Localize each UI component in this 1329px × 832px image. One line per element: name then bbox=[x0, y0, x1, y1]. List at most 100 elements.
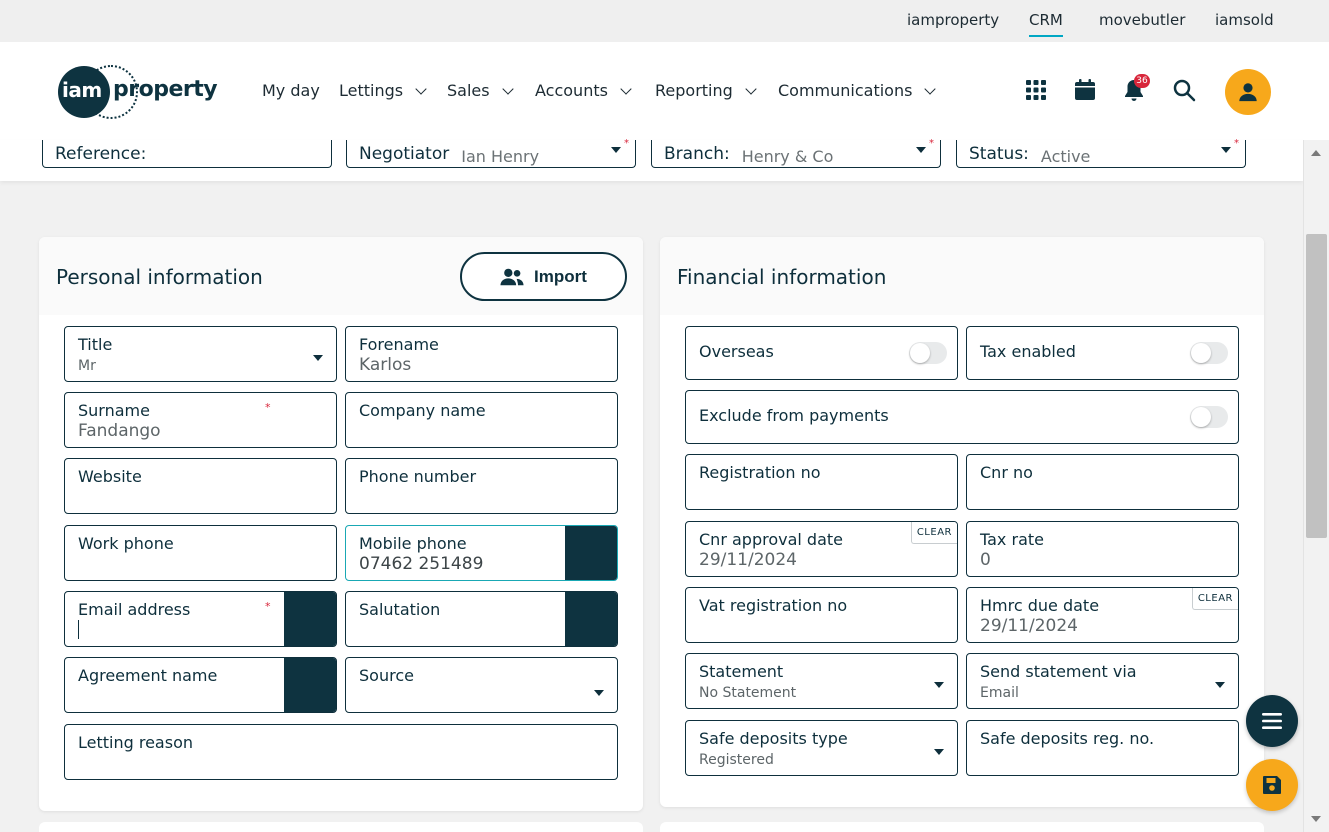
tax-rate-field[interactable]: Tax rate 0 bbox=[966, 521, 1239, 577]
save-fab[interactable] bbox=[1246, 759, 1298, 811]
tax-enabled-label: Tax enabled bbox=[980, 342, 1076, 361]
work-phone-field[interactable]: Work phone bbox=[64, 525, 337, 581]
logo[interactable]: iam property bbox=[58, 65, 218, 119]
top-link-movebutler[interactable]: movebutler bbox=[1099, 11, 1185, 29]
clear-button[interactable]: CLEAR bbox=[1191, 588, 1238, 610]
required-marker: * bbox=[929, 138, 934, 149]
agreement-name-field[interactable]: Agreement name bbox=[64, 657, 337, 713]
calendar-icon[interactable] bbox=[1073, 78, 1097, 102]
tax-enabled-toggle-field[interactable]: Tax enabled bbox=[966, 326, 1239, 380]
salutation-action-button[interactable] bbox=[565, 592, 617, 646]
salutation-field[interactable]: Salutation bbox=[345, 591, 618, 647]
top-utility-bar: iamproperty CRM movebutler iamsold bbox=[0, 0, 1329, 42]
hmrc-due-date-field[interactable]: Hmrc due date 29/11/2024 CLEAR bbox=[966, 587, 1239, 643]
avatar[interactable] bbox=[1225, 69, 1271, 115]
mobile-phone-value: 07462 251489 bbox=[359, 554, 484, 574]
overseas-label: Overseas bbox=[699, 342, 774, 361]
apps-grid-icon[interactable] bbox=[1024, 78, 1048, 102]
letting-reason-label: Letting reason bbox=[78, 733, 193, 752]
caret-down-icon bbox=[313, 355, 323, 361]
status-select[interactable]: Status: Active * bbox=[956, 138, 1246, 168]
clear-button[interactable]: CLEAR bbox=[910, 522, 957, 544]
caret-down-icon bbox=[611, 147, 621, 153]
statement-select[interactable]: Statement No Statement bbox=[685, 653, 958, 709]
cnr-no-field[interactable]: Cnr no bbox=[966, 454, 1239, 510]
scrollbar-thumb[interactable] bbox=[1306, 234, 1327, 538]
overseas-toggle-field[interactable]: Overseas bbox=[685, 326, 958, 380]
nav-communications[interactable]: Communications bbox=[778, 81, 937, 100]
mobile-phone-field[interactable]: Mobile phone 07462 251489 bbox=[345, 525, 618, 581]
agreement-action-button[interactable] bbox=[284, 658, 336, 712]
status-value: Active bbox=[1040, 146, 1091, 166]
scroll-down-arrow-icon[interactable] bbox=[1311, 816, 1321, 822]
negotiator-select[interactable]: Negotiator Ian Henry * bbox=[346, 138, 636, 168]
registration-no-field[interactable]: Registration no bbox=[685, 454, 958, 510]
nav-my-day[interactable]: My day bbox=[262, 81, 320, 100]
statement-value: No Statement bbox=[699, 685, 797, 701]
required-marker: * bbox=[624, 138, 629, 149]
exclude-payments-toggle[interactable] bbox=[1190, 406, 1228, 428]
nav-lettings[interactable]: Lettings bbox=[339, 81, 427, 100]
safe-deposits-type-label: Safe deposits type bbox=[699, 729, 848, 748]
import-label: Import bbox=[534, 266, 587, 286]
overseas-toggle[interactable] bbox=[909, 342, 947, 364]
nav-accounts[interactable]: Accounts bbox=[535, 81, 632, 100]
statement-label: Statement bbox=[699, 662, 784, 681]
caret-down-icon bbox=[916, 147, 926, 153]
source-label: Source bbox=[359, 666, 414, 685]
menu-fab[interactable] bbox=[1246, 695, 1298, 747]
required-marker: * bbox=[1234, 138, 1239, 149]
top-link-crm[interactable]: CRM bbox=[1029, 11, 1063, 37]
email-action-button[interactable] bbox=[284, 592, 336, 646]
required-marker: * bbox=[265, 401, 271, 414]
import-button[interactable]: Import bbox=[460, 252, 627, 301]
website-field[interactable]: Website bbox=[64, 458, 337, 514]
chevron-down-icon bbox=[745, 82, 757, 95]
logo-text-property: property bbox=[113, 77, 218, 102]
reference-label: Reference: bbox=[55, 143, 147, 164]
financial-information-card: Financial information Overseas Tax enabl… bbox=[660, 237, 1264, 807]
nav-sales[interactable]: Sales bbox=[447, 81, 514, 100]
caret-down-icon bbox=[1221, 147, 1231, 153]
phone-number-field[interactable]: Phone number bbox=[345, 458, 618, 514]
nav-reporting[interactable]: Reporting bbox=[655, 81, 757, 100]
email-address-field[interactable]: Email address * bbox=[64, 591, 337, 647]
letting-reason-field[interactable]: Letting reason bbox=[64, 724, 618, 780]
record-header-strip: Reference: Negotiator Ian Henry * Branch… bbox=[0, 138, 1303, 181]
send-statement-via-select[interactable]: Send statement via Email bbox=[966, 653, 1239, 709]
hamburger-menu-icon bbox=[1262, 713, 1282, 729]
reference-field[interactable]: Reference: bbox=[42, 140, 332, 168]
cnr-approval-date-field[interactable]: Cnr approval date 29/11/2024 CLEAR bbox=[685, 521, 958, 577]
save-floppy-icon bbox=[1263, 776, 1281, 794]
exclude-payments-toggle-field[interactable]: Exclude from payments bbox=[685, 390, 1239, 444]
vat-registration-no-field[interactable]: Vat registration no bbox=[685, 587, 958, 643]
exclude-payments-label: Exclude from payments bbox=[699, 406, 889, 425]
negotiator-value: Ian Henry bbox=[461, 146, 540, 166]
nav-lettings-label: Lettings bbox=[339, 81, 404, 100]
source-select[interactable]: Source bbox=[345, 657, 618, 713]
tax-enabled-toggle[interactable] bbox=[1190, 342, 1228, 364]
chevron-down-icon bbox=[415, 82, 427, 95]
mobile-phone-action-button[interactable] bbox=[565, 526, 617, 580]
forename-value: Karlos bbox=[359, 355, 412, 375]
safe-deposits-reg-no-field[interactable]: Safe deposits reg. no. bbox=[966, 720, 1239, 776]
notification-badge: 36 bbox=[1134, 74, 1150, 88]
next-card-peek bbox=[660, 822, 1264, 832]
surname-value: Fandango bbox=[78, 421, 161, 441]
branch-select[interactable]: Branch: Henry & Co * bbox=[651, 138, 941, 168]
hmrc-due-date-label: Hmrc due date bbox=[980, 596, 1100, 615]
company-name-field[interactable]: Company name bbox=[345, 392, 618, 448]
search-icon[interactable] bbox=[1172, 78, 1196, 102]
scroll-up-arrow-icon[interactable] bbox=[1311, 150, 1321, 156]
top-link-iamsold[interactable]: iamsold bbox=[1215, 11, 1274, 29]
safe-deposits-type-select[interactable]: Safe deposits type Registered bbox=[685, 720, 958, 776]
personal-information-card: Personal information Import Title Mr For… bbox=[39, 237, 643, 811]
title-select[interactable]: Title Mr bbox=[64, 326, 337, 382]
surname-field[interactable]: Surname * Fandango bbox=[64, 392, 337, 448]
top-link-iamproperty[interactable]: iamproperty bbox=[907, 11, 999, 29]
forename-label: Forename bbox=[359, 335, 439, 354]
registration-no-label: Registration no bbox=[699, 463, 821, 482]
cnr-approval-date-value: 29/11/2024 bbox=[699, 550, 797, 570]
phone-number-label: Phone number bbox=[359, 467, 477, 486]
forename-field[interactable]: Forename Karlos bbox=[345, 326, 618, 382]
